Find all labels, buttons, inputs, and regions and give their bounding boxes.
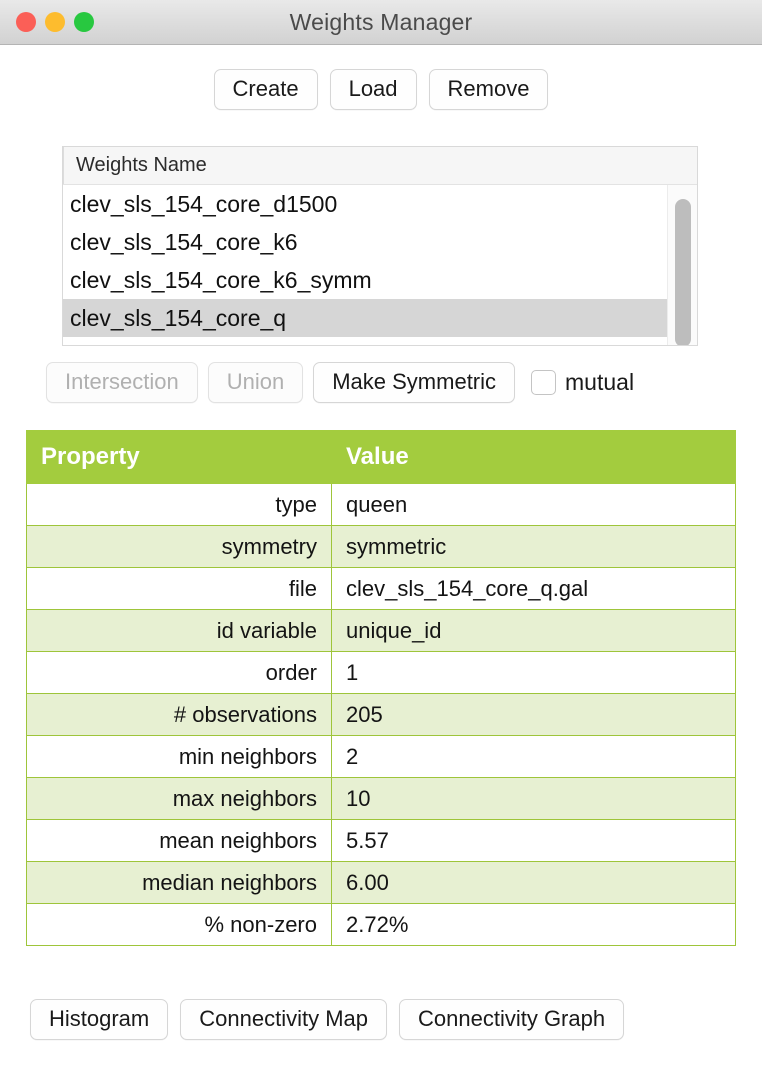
connectivity-map-button[interactable]: Connectivity Map [180, 999, 387, 1041]
list-item[interactable]: clev_sls_154_core_k6 [63, 223, 667, 261]
column-header-value: Value [331, 430, 736, 484]
column-header-weights-name[interactable]: Weights Name [63, 147, 667, 184]
table-row: % non-zero 2.72% [26, 903, 736, 946]
weights-visualization-bar: Histogram Connectivity Map Connectivity … [30, 999, 625, 1041]
connectivity-graph-button[interactable]: Connectivity Graph [399, 999, 625, 1041]
property-name: mean neighbors [26, 819, 332, 862]
property-value: unique_id [331, 609, 736, 652]
property-name: file [26, 567, 332, 610]
property-value: 5.57 [331, 819, 736, 862]
table-row: max neighbors 10 [26, 777, 736, 820]
column-header-property: Property [26, 430, 332, 484]
property-name: symmetry [26, 525, 332, 568]
property-name: # observations [26, 693, 332, 736]
property-value: clev_sls_154_core_q.gal [331, 567, 736, 610]
mutual-checkbox-group[interactable]: mutual [531, 369, 634, 396]
property-value: 2.72% [331, 903, 736, 946]
mutual-checkbox-label: mutual [565, 369, 635, 396]
property-name: max neighbors [26, 777, 332, 820]
table-header-row: Property Value [26, 430, 736, 484]
weights-list-body: clev_sls_154_core_d1500 clev_sls_154_cor… [63, 185, 697, 337]
property-name: % non-zero [26, 903, 332, 946]
property-name: min neighbors [26, 735, 332, 778]
make-symmetric-button[interactable]: Make Symmetric [313, 362, 516, 404]
properties-table-head: Property Value [26, 430, 736, 484]
property-name: id variable [26, 609, 332, 652]
property-name: order [26, 651, 332, 694]
table-row: id variable unique_id [26, 609, 736, 652]
create-button[interactable]: Create [213, 69, 318, 111]
property-name: median neighbors [26, 861, 332, 904]
property-name: type [26, 483, 332, 526]
weights-list-header: Weights Name [63, 147, 697, 185]
property-value: 6.00 [331, 861, 736, 904]
property-value: 10 [331, 777, 736, 820]
property-value: 2 [331, 735, 736, 778]
table-row: mean neighbors 5.57 [26, 819, 736, 862]
table-row: median neighbors 6.00 [26, 861, 736, 904]
table-row: file clev_sls_154_core_q.gal [26, 567, 736, 610]
list-item[interactable]: clev_sls_154_core_d1500 [63, 185, 667, 223]
weights-toolbar: Create Load Remove [0, 69, 762, 111]
window-title: Weights Manager [289, 9, 473, 35]
mutual-checkbox[interactable] [531, 370, 557, 396]
intersection-button[interactable]: Intersection [46, 362, 198, 404]
property-value: 1 [331, 651, 736, 694]
union-button[interactable]: Union [207, 362, 304, 404]
weights-operations-row: Intersection Union Make Symmetric mutual [46, 362, 634, 404]
properties-table-body: type queen symmetry symmetric file clev_… [26, 483, 736, 946]
table-row: order 1 [26, 651, 736, 694]
table-row: min neighbors 2 [26, 735, 736, 778]
load-button[interactable]: Load [329, 69, 417, 111]
property-value: symmetric [331, 525, 736, 568]
window-titlebar: Weights Manager [0, 0, 762, 45]
weights-properties-table: Property Value type queen symmetry symme… [26, 430, 736, 946]
table-row: symmetry symmetric [26, 525, 736, 568]
remove-button[interactable]: Remove [428, 69, 549, 111]
scrollbar-thumb[interactable] [675, 199, 691, 345]
table-row: # observations 205 [26, 693, 736, 736]
weights-list[interactable]: Weights Name clev_sls_154_core_d1500 cle… [62, 146, 698, 346]
list-item[interactable]: clev_sls_154_core_k6_symm [63, 261, 667, 299]
table-row: type queen [26, 483, 736, 526]
property-value: 205 [331, 693, 736, 736]
histogram-button[interactable]: Histogram [30, 999, 169, 1041]
weights-list-scrollbar[interactable] [667, 185, 697, 345]
property-value: queen [331, 483, 736, 526]
list-item-selected[interactable]: clev_sls_154_core_q [63, 299, 667, 337]
